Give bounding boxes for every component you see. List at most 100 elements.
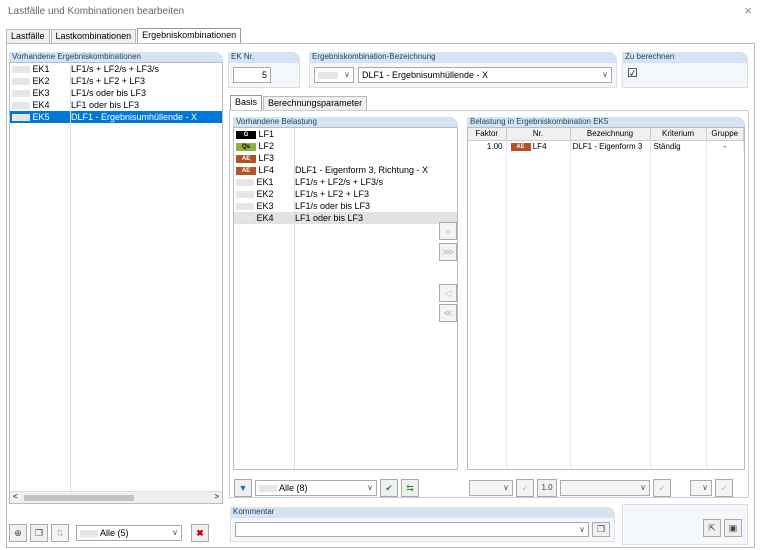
faktor-select[interactable]: ∨ [469, 480, 513, 496]
bottom-right-box: ⇱ ▣ [622, 504, 748, 545]
apply-factor-icon[interactable]: ✓ [516, 479, 534, 497]
assigned-loads-table[interactable]: Faktor Nr. Bezeichnung Kriterium Gruppe … [467, 127, 745, 470]
tab-lastkombinationen[interactable]: Lastkombinationen [50, 29, 137, 43]
list-item[interactable]: Qs LF2 [234, 140, 457, 152]
item-id: EK4 [32, 100, 50, 110]
remove-all-icon[interactable]: ≪ [439, 304, 457, 322]
color-swatch [12, 90, 30, 98]
load-type-tag: G [236, 130, 256, 139]
select-all-icon[interactable]: ✔ [380, 479, 398, 497]
left-toolbar: ⊕ ❐ ⇅ Alle (5) ∨ ✖ [9, 524, 209, 542]
tab-lastfaelle[interactable]: Lastfälle [6, 29, 50, 43]
list-item[interactable]: EK5 DLF1 - Ergebnisumhüllende - X [10, 111, 222, 123]
list-item[interactable]: EK1 LF1/s + LF2/s + LF3/s [234, 176, 457, 188]
list-item[interactable]: EK1 LF1/s + LF2/s + LF3/s [10, 63, 222, 75]
available-toolbar: ▼ Alle (8) ∨ ✔ ⇆ [234, 479, 419, 497]
tab-basis[interactable]: Basis [230, 95, 263, 110]
cell-faktor[interactable]: 1.00 [468, 140, 507, 152]
cell-gruppe[interactable]: - [706, 140, 744, 152]
list-item[interactable]: EK2 LF1/s + LF2 + LF3 [10, 75, 222, 87]
color-swatch [12, 66, 30, 74]
list-item[interactable]: EK3 LF1/s oder bis LF3 [234, 200, 457, 212]
close-icon[interactable]: × [744, 3, 752, 18]
color-swatch [236, 215, 254, 223]
filter-icon[interactable]: ▼ [234, 479, 252, 497]
table-row[interactable]: 1.00 AE LF4 DLF1 - Eigenform 3 Ständig - [468, 140, 744, 152]
item-desc: LF1/s + LF2/s + LF3/s [295, 177, 384, 187]
list-item[interactable]: G LF1 [234, 128, 457, 140]
combinations-list[interactable]: EK1 LF1/s + LF2/s + LF3/s EK2 LF1/s + LF2 … [9, 62, 223, 504]
zu-berechnen-label: Zu berechnen [622, 52, 748, 62]
color-swatch [236, 179, 254, 187]
list-item[interactable]: AE LF4 DLF1 - Eigenform 3, Richtung - X [234, 164, 457, 176]
col-bezeichnung: Bezeichnung [570, 128, 651, 141]
left-filter-select[interactable]: Alle (5) ∨ [76, 525, 182, 541]
item-desc: LF1/s oder bis LF3 [295, 201, 371, 211]
scroll-left-icon[interactable]: < [13, 492, 18, 501]
ek-nr-label: EK Nr. [228, 52, 300, 62]
copy-combination-icon[interactable]: ❐ [30, 524, 48, 542]
list-item[interactable]: EK4 LF1 oder bis LF3 [10, 99, 222, 111]
add-all-icon[interactable]: ⋙ [439, 243, 457, 261]
cell-bezeichnung: DLF1 - Eigenform 3 [570, 140, 651, 152]
zu-berechnen-group: Zu berechnen ☑ [622, 52, 748, 88]
window-title: Lastfälle und Kombinationen bearbeiten [8, 6, 185, 17]
combinations-header: Vorhandene Ergebniskombinationen [9, 52, 223, 62]
assigned-loads-group: Belastung in Ergebniskombination EK5 Fak… [467, 117, 745, 470]
list-item[interactable]: AE LF3 [234, 152, 457, 164]
item-id: EK1 [32, 64, 50, 74]
print-icon[interactable]: ▣ [724, 519, 742, 537]
gruppe-select[interactable]: ∨ [690, 480, 712, 496]
load-type-tag: AE [236, 166, 256, 175]
apply-kriterium-icon[interactable]: ✓ [653, 479, 671, 497]
list-item[interactable]: EK3 LF1/s oder bis LF3 [10, 87, 222, 99]
assigned-toolbar: ∨ ✓ 1.0 ∨ ✓ ∨ ✓ [469, 479, 733, 497]
available-filter-select[interactable]: Alle (8) ∨ [255, 480, 377, 496]
ek-nr-field[interactable]: 5 [233, 67, 271, 83]
remove-selected-icon[interactable]: ◁ [439, 284, 457, 302]
tab-berechnungsparameter[interactable]: Berechnungsparameter [263, 96, 368, 110]
renumber-icon[interactable]: ⇅ [51, 524, 69, 542]
scroll-right-icon[interactable]: > [214, 492, 219, 501]
export-icon[interactable]: ⇱ [703, 519, 721, 537]
factor-one-button[interactable]: 1.0 [537, 479, 557, 497]
color-swatch [236, 191, 254, 199]
available-loads-list[interactable]: G LF1 Qs LF2 AE LF3 AE LF4 DLF1 - Eigenform … [233, 127, 458, 470]
cell-kriterium[interactable]: Ständig [650, 140, 707, 152]
kommentar-label: Kommentar [230, 507, 615, 517]
item-desc: LF1 oder bis LF3 [71, 100, 140, 110]
item-desc: LF1/s oder bis LF3 [71, 88, 147, 98]
color-select[interactable]: ∨ [314, 67, 354, 83]
item-desc: DLF1 - Ergebnisumhüllende - X [71, 112, 198, 122]
assigned-table: Faktor Nr. Bezeichnung Kriterium Gruppe … [468, 128, 744, 152]
available-loads-header: Vorhandene Belastung [233, 117, 458, 127]
kriterium-select[interactable]: ∨ [560, 480, 650, 496]
item-desc: LF1/s + LF2 + LF3 [295, 189, 370, 199]
col-gruppe: Gruppe [706, 128, 744, 141]
bezeichnung-select[interactable]: DLF1 - Ergebnisumhüllende - X ∨ [358, 67, 612, 83]
kommentar-input[interactable]: ∨ [235, 522, 589, 537]
item-desc: LF1/s + LF2/s + LF3/s [71, 64, 160, 74]
add-selected-icon[interactable]: » [439, 222, 457, 240]
list-item[interactable]: EK2 LF1/s + LF2 + LF3 [234, 188, 457, 200]
chevron-down-icon: ∨ [579, 525, 585, 534]
zu-berechnen-checkbox[interactable]: ☑ [622, 62, 748, 88]
delete-icon[interactable]: ✖ [191, 524, 209, 542]
assigned-loads-header: Belastung in Ergebniskombination EK5 [467, 117, 745, 127]
bezeichnung-value: DLF1 - Ergebnisumhüllende - X [362, 70, 489, 80]
horizontal-scrollbar[interactable]: < > [10, 491, 222, 503]
apply-gruppe-icon[interactable]: ✓ [715, 479, 733, 497]
kommentar-pick-icon[interactable]: ❐ [592, 522, 610, 537]
item-id: EK2 [32, 76, 50, 86]
tab-ergebniskombinationen[interactable]: Ergebniskombinationen [137, 28, 242, 43]
chevron-down-icon: ∨ [344, 70, 350, 79]
list-item[interactable]: EK4 LF1 oder bis LF3 [234, 212, 457, 224]
kommentar-group: Kommentar ∨ ❐ [230, 507, 615, 542]
new-combination-icon[interactable]: ⊕ [9, 524, 27, 542]
col-nr: Nr. [506, 128, 571, 141]
scrollbar-thumb[interactable] [24, 495, 134, 501]
chevron-down-icon: ∨ [367, 483, 373, 492]
available-loads-group: Vorhandene Belastung G LF1 Qs LF2 AE LF3 AE… [233, 117, 458, 470]
item-id: LF1 [258, 129, 275, 139]
select-invert-icon[interactable]: ⇆ [401, 479, 419, 497]
